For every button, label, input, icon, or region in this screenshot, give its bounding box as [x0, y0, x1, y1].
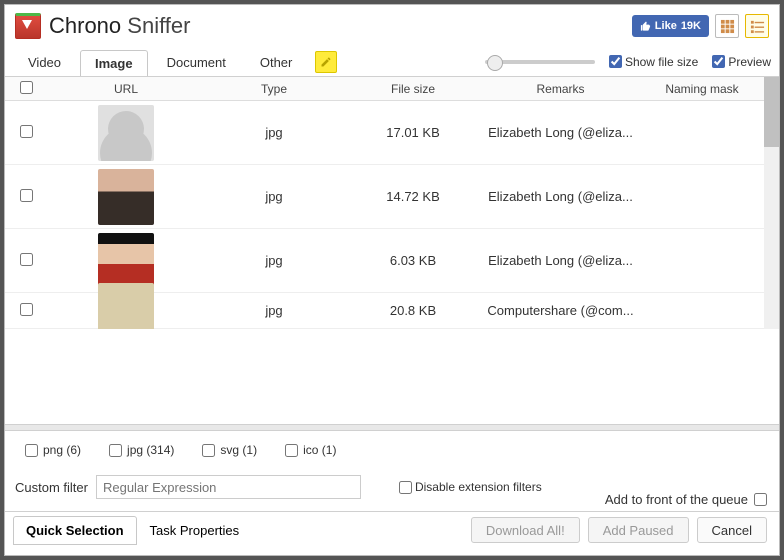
title-main: Chrono	[49, 13, 121, 38]
thumbs-up-icon	[640, 21, 651, 32]
extension-filter-row: png (6) jpg (314) svg (1) ico (1)	[15, 443, 769, 457]
cell-type: jpg	[205, 253, 343, 268]
filter-ico[interactable]: ico (1)	[285, 443, 336, 457]
tab-other[interactable]: Other	[245, 49, 308, 75]
add-paused-button[interactable]: Add Paused	[588, 517, 689, 543]
tab-image[interactable]: Image	[80, 50, 148, 76]
preview-input[interactable]	[712, 55, 725, 68]
thumbnail-icon	[98, 283, 154, 330]
queue-checkbox[interactable]	[754, 493, 767, 506]
row-checkbox[interactable]	[20, 303, 33, 316]
cell-size: 6.03 KB	[343, 253, 483, 268]
cell-type: jpg	[205, 125, 343, 140]
col-url[interactable]: URL	[47, 82, 205, 96]
show-file-size-input[interactable]	[609, 55, 622, 68]
row-checkbox[interactable]	[20, 253, 33, 266]
titlebar: Chrono Sniffer Like 19K	[5, 5, 779, 47]
show-file-size-checkbox[interactable]: Show file size	[609, 55, 698, 69]
app-logo-icon	[15, 13, 41, 39]
tab-row: Video Image Document Other Show file siz…	[5, 47, 779, 77]
bottom-bar: Add to front of the queue Download All! …	[5, 484, 779, 555]
cell-type: jpg	[205, 303, 343, 318]
filter-png[interactable]: png (6)	[25, 443, 81, 457]
table-body: jpg 17.01 KB Elizabeth Long (@eliza... j…	[5, 101, 779, 329]
cell-size: 20.8 KB	[343, 303, 483, 318]
grid-view-icon[interactable]	[715, 14, 739, 38]
cell-remarks: Computershare (@com...	[483, 303, 638, 318]
add-front-queue[interactable]: Add to front of the queue	[605, 492, 767, 507]
fb-like-button[interactable]: Like 19K	[632, 15, 709, 37]
table-header: URL Type File size Remarks Naming mask	[5, 77, 779, 101]
cell-remarks: Elizabeth Long (@eliza...	[483, 189, 638, 204]
thumbnail-icon	[98, 169, 154, 225]
download-all-button[interactable]: Download All!	[471, 517, 580, 543]
list-view-icon[interactable]	[745, 14, 769, 38]
file-table: URL Type File size Remarks Naming mask j…	[5, 77, 779, 424]
cell-remarks: Elizabeth Long (@eliza...	[483, 125, 638, 140]
thumbnail-icon	[98, 233, 154, 289]
thumbnail-size-slider[interactable]	[485, 60, 595, 64]
col-namingmask[interactable]: Naming mask	[638, 82, 766, 96]
filter-jpg[interactable]: jpg (314)	[109, 443, 174, 457]
button-row: Download All! Add Paused Cancel	[471, 517, 767, 543]
title-sub: Sniffer	[127, 13, 190, 38]
col-type[interactable]: Type	[205, 82, 343, 96]
app-title: Chrono Sniffer	[49, 13, 190, 39]
table-row[interactable]: jpg 14.72 KB Elizabeth Long (@eliza...	[5, 165, 779, 229]
row-checkbox[interactable]	[20, 125, 33, 138]
app-window: Chrono Sniffer Like 19K Video Image Docu…	[4, 4, 780, 556]
preview-label: Preview	[728, 55, 771, 69]
cancel-button[interactable]: Cancel	[697, 517, 767, 543]
like-text: Like	[655, 20, 677, 32]
table-row[interactable]: jpg 17.01 KB Elizabeth Long (@eliza...	[5, 101, 779, 165]
like-count: 19K	[681, 20, 701, 32]
edit-button[interactable]	[315, 51, 337, 73]
col-filesize[interactable]: File size	[343, 82, 483, 96]
table-scrollbar[interactable]	[764, 77, 779, 329]
select-all-checkbox[interactable]	[20, 81, 33, 94]
show-file-size-label: Show file size	[625, 55, 698, 69]
cell-remarks: Elizabeth Long (@eliza...	[483, 253, 638, 268]
table-row[interactable]: jpg 20.8 KB Computershare (@com...	[5, 293, 779, 329]
col-remarks[interactable]: Remarks	[483, 82, 638, 96]
size-slider-wrap	[485, 60, 595, 64]
row-checkbox[interactable]	[20, 189, 33, 202]
thumbnail-icon	[98, 105, 154, 161]
splitter-bar[interactable]	[5, 424, 779, 431]
tab-document[interactable]: Document	[152, 49, 241, 75]
filter-svg[interactable]: svg (1)	[202, 443, 257, 457]
preview-checkbox[interactable]: Preview	[712, 55, 771, 69]
tab-video[interactable]: Video	[13, 49, 76, 75]
cell-size: 14.72 KB	[343, 189, 483, 204]
cell-size: 17.01 KB	[343, 125, 483, 140]
cell-type: jpg	[205, 189, 343, 204]
pencil-icon	[320, 56, 332, 68]
